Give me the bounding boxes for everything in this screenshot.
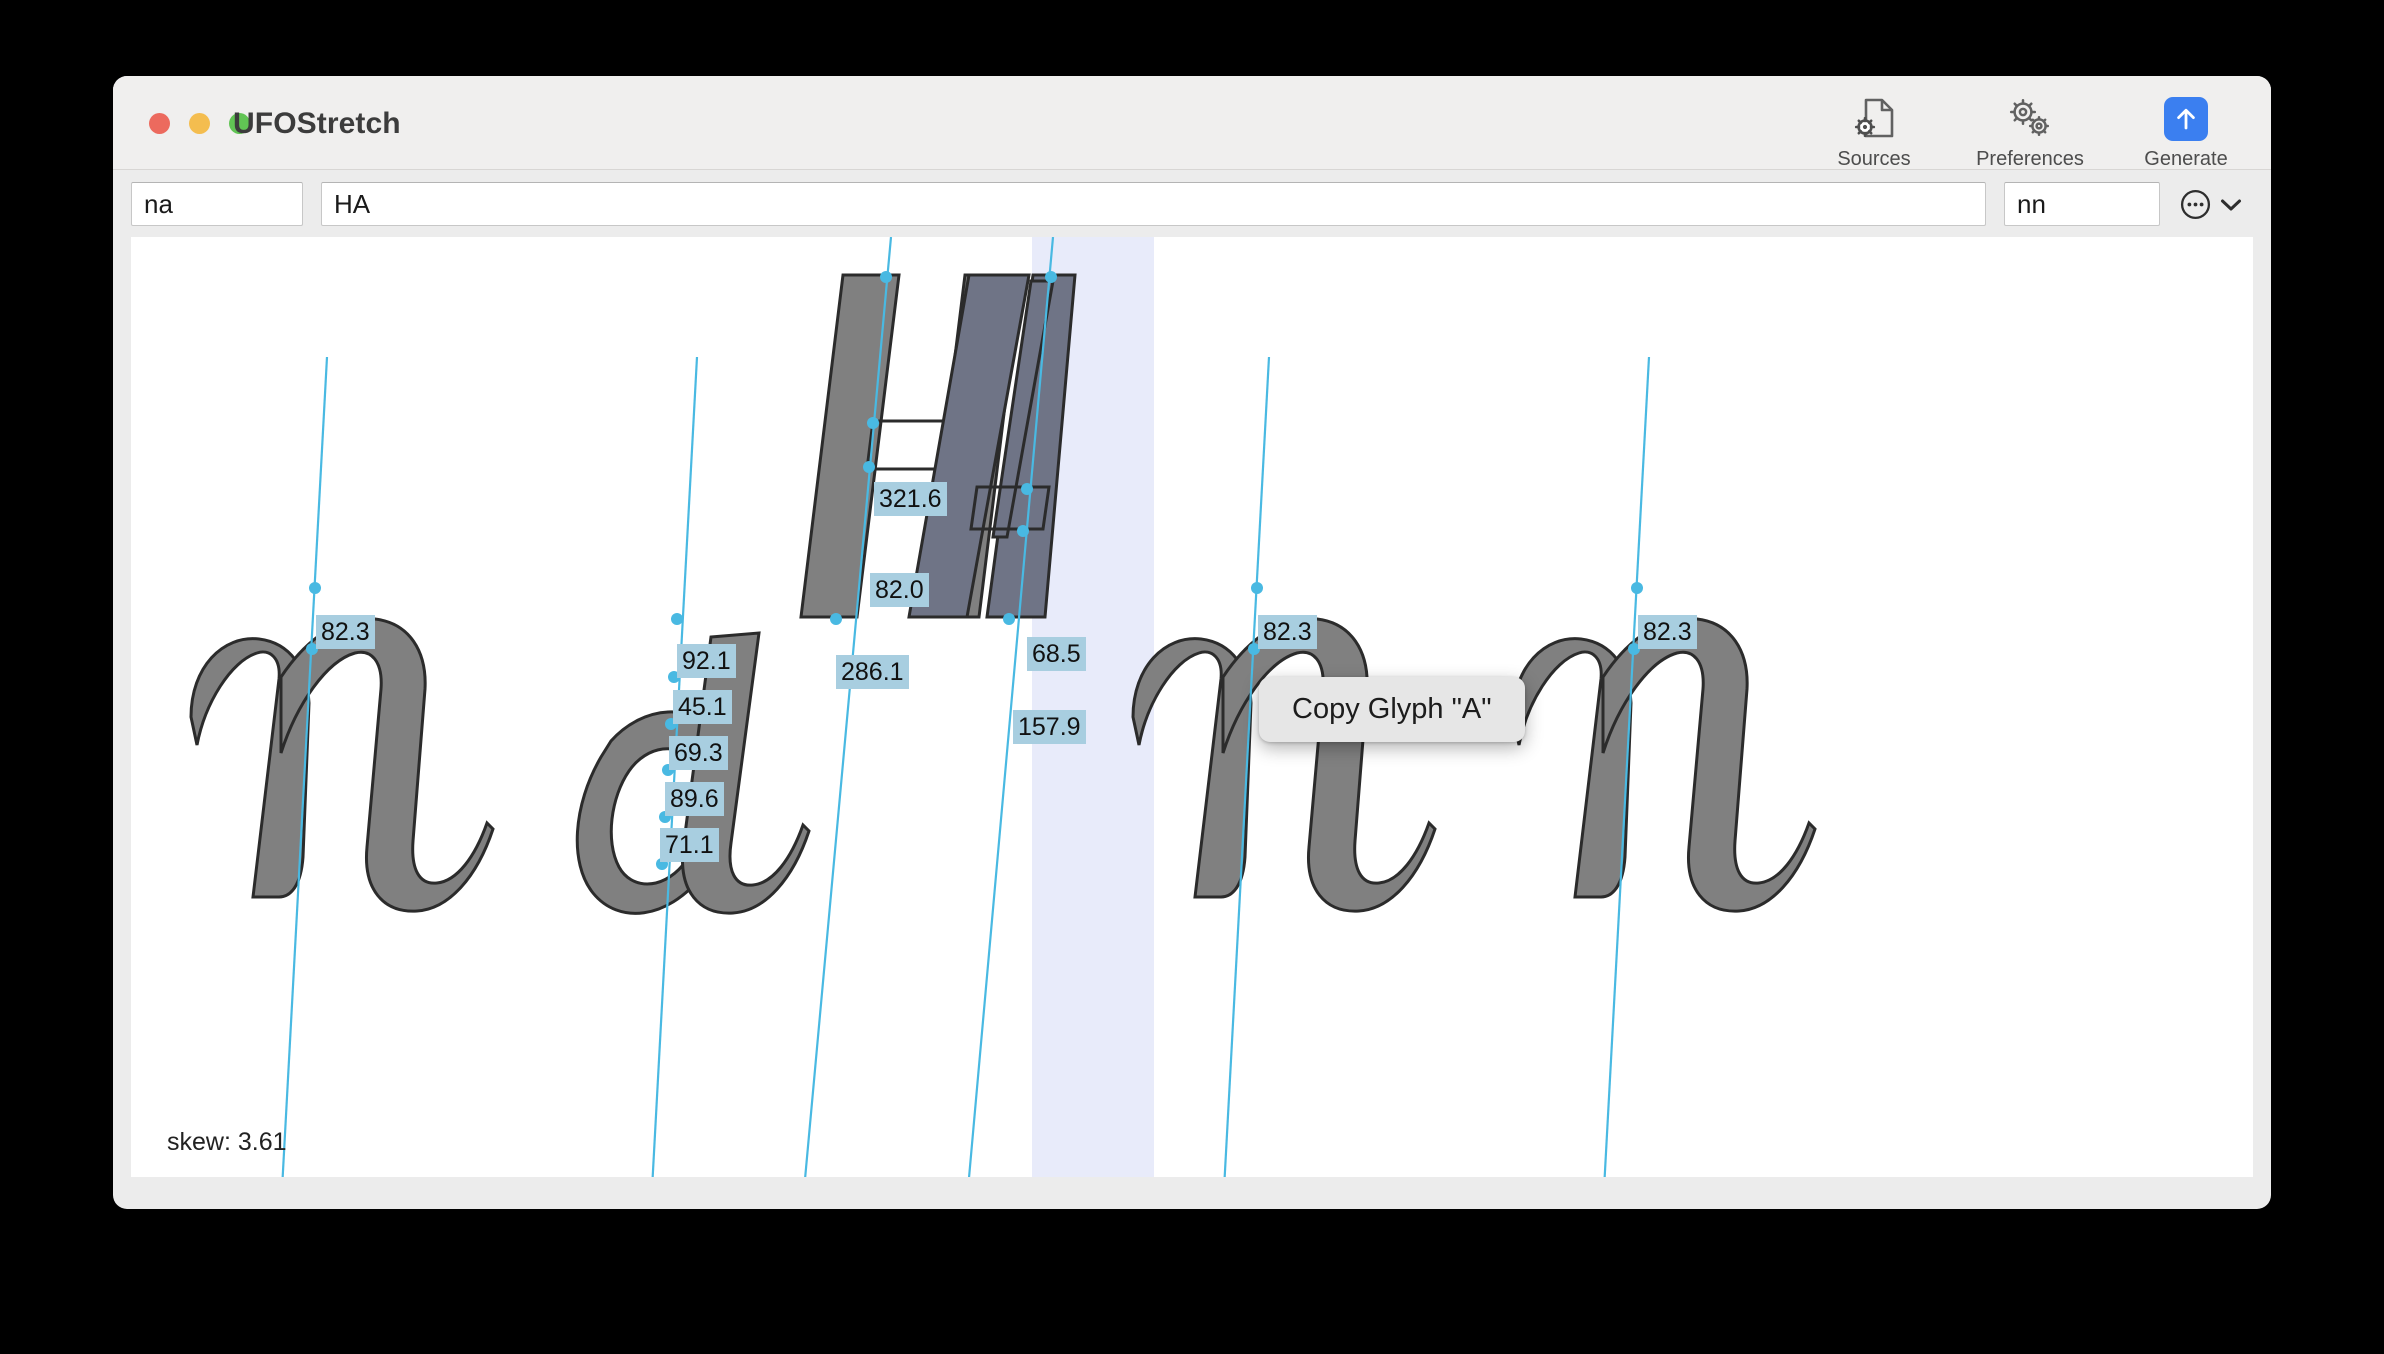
skew-readout: skew: 3.61 [167,1128,287,1156]
minimize-window-button[interactable] [189,113,210,134]
toolbar-button-sources[interactable]: Sources [1811,90,1937,171]
glyph-canvas[interactable]: 82.3 92.1 45.1 69.3 89.6 71.1 321.6 82.0… [131,237,2253,1177]
toolbar-label-generate: Generate [2144,148,2228,170]
generate-icon-box [2164,96,2208,142]
page-title: UFOStretch [233,107,401,140]
title-bar: UFOStretch Sources Preferences Generate [113,76,2271,170]
arrow-up-icon [2164,97,2208,141]
chevron-down-icon [2219,196,2243,219]
screen: UFOStretch Sources Preferences Generate … [0,0,2384,1354]
context-menu[interactable]: Copy Glyph "A" [1259,677,1525,742]
glyph-canvas-surface[interactable]: 82.3 92.1 45.1 69.3 89.6 71.1 321.6 82.0… [131,237,2253,1177]
ellipsis-circle-icon [2179,188,2212,226]
close-window-button[interactable] [149,113,170,134]
toolbar-button-generate[interactable]: Generate [2123,90,2249,171]
glyph-n-3 [1511,356,1817,1177]
options-menu-button[interactable] [2179,188,2243,226]
toolbar: Sources Preferences Generate [1811,90,2249,171]
glyph-n-2 [1131,356,1437,1177]
glyph-a [575,356,811,1177]
glyph-string-input[interactable]: HA [321,182,1986,226]
gears-icon [2005,96,2055,142]
left-pattern-input[interactable]: na [131,182,303,226]
toolbar-button-preferences[interactable]: Preferences [1967,90,2093,171]
toolbar-label-preferences: Preferences [1976,148,2084,170]
right-pattern-input[interactable]: nn [2004,182,2160,226]
context-menu-item-copy-glyph[interactable]: Copy Glyph "A" [1292,693,1492,725]
app-window: UFOStretch Sources Preferences Generate … [113,76,2271,1209]
document-gear-icon [1852,96,1896,142]
toolbar-label-sources: Sources [1837,148,1911,170]
glyph-n-1 [189,356,495,1177]
glyph-drawing [189,237,1817,1177]
input-row: na HA nn [113,170,2271,237]
